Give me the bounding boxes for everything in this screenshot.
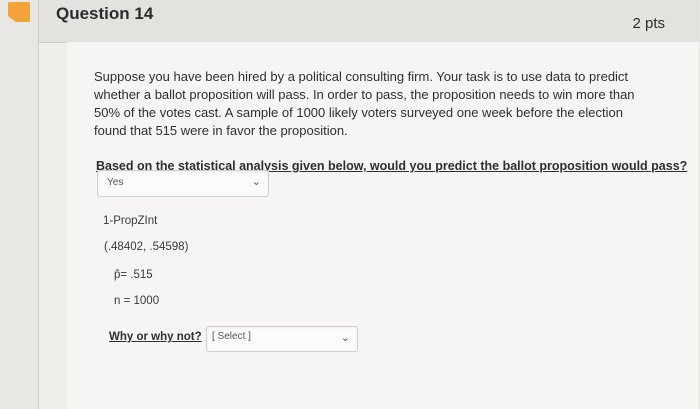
- prediction-select-value: Yes: [107, 177, 124, 188]
- chevron-down-icon: ⌄: [340, 332, 350, 344]
- question-title: Question 14: [56, 4, 154, 23]
- why-select-value: [ Select ]: [212, 331, 251, 342]
- question-body: Suppose you have been hired by a politic…: [67, 42, 699, 409]
- analysis-method: 1-PropZInt: [103, 215, 158, 227]
- question-header: Question 14 2 pts: [39, 0, 699, 43]
- question-prompt: Suppose you have been hired by a politic…: [94, 69, 635, 138]
- chevron-down-icon: ⌄: [251, 176, 261, 188]
- analysis-interval: (.48402, .54598): [104, 241, 189, 253]
- analysis-p-hat: p̂= .515: [114, 269, 153, 281]
- why-select[interactable]: [ Select ] ⌄: [206, 326, 358, 352]
- why-label: Why or why not?: [109, 331, 202, 343]
- question-points: 2 pts: [632, 15, 665, 32]
- flag-icon[interactable]: [8, 2, 30, 22]
- question-card: Question 14 2 pts Suppose you have been …: [38, 0, 699, 409]
- analysis-sample-size: n = 1000: [114, 295, 160, 307]
- prediction-select[interactable]: Yes ⌄: [97, 170, 269, 197]
